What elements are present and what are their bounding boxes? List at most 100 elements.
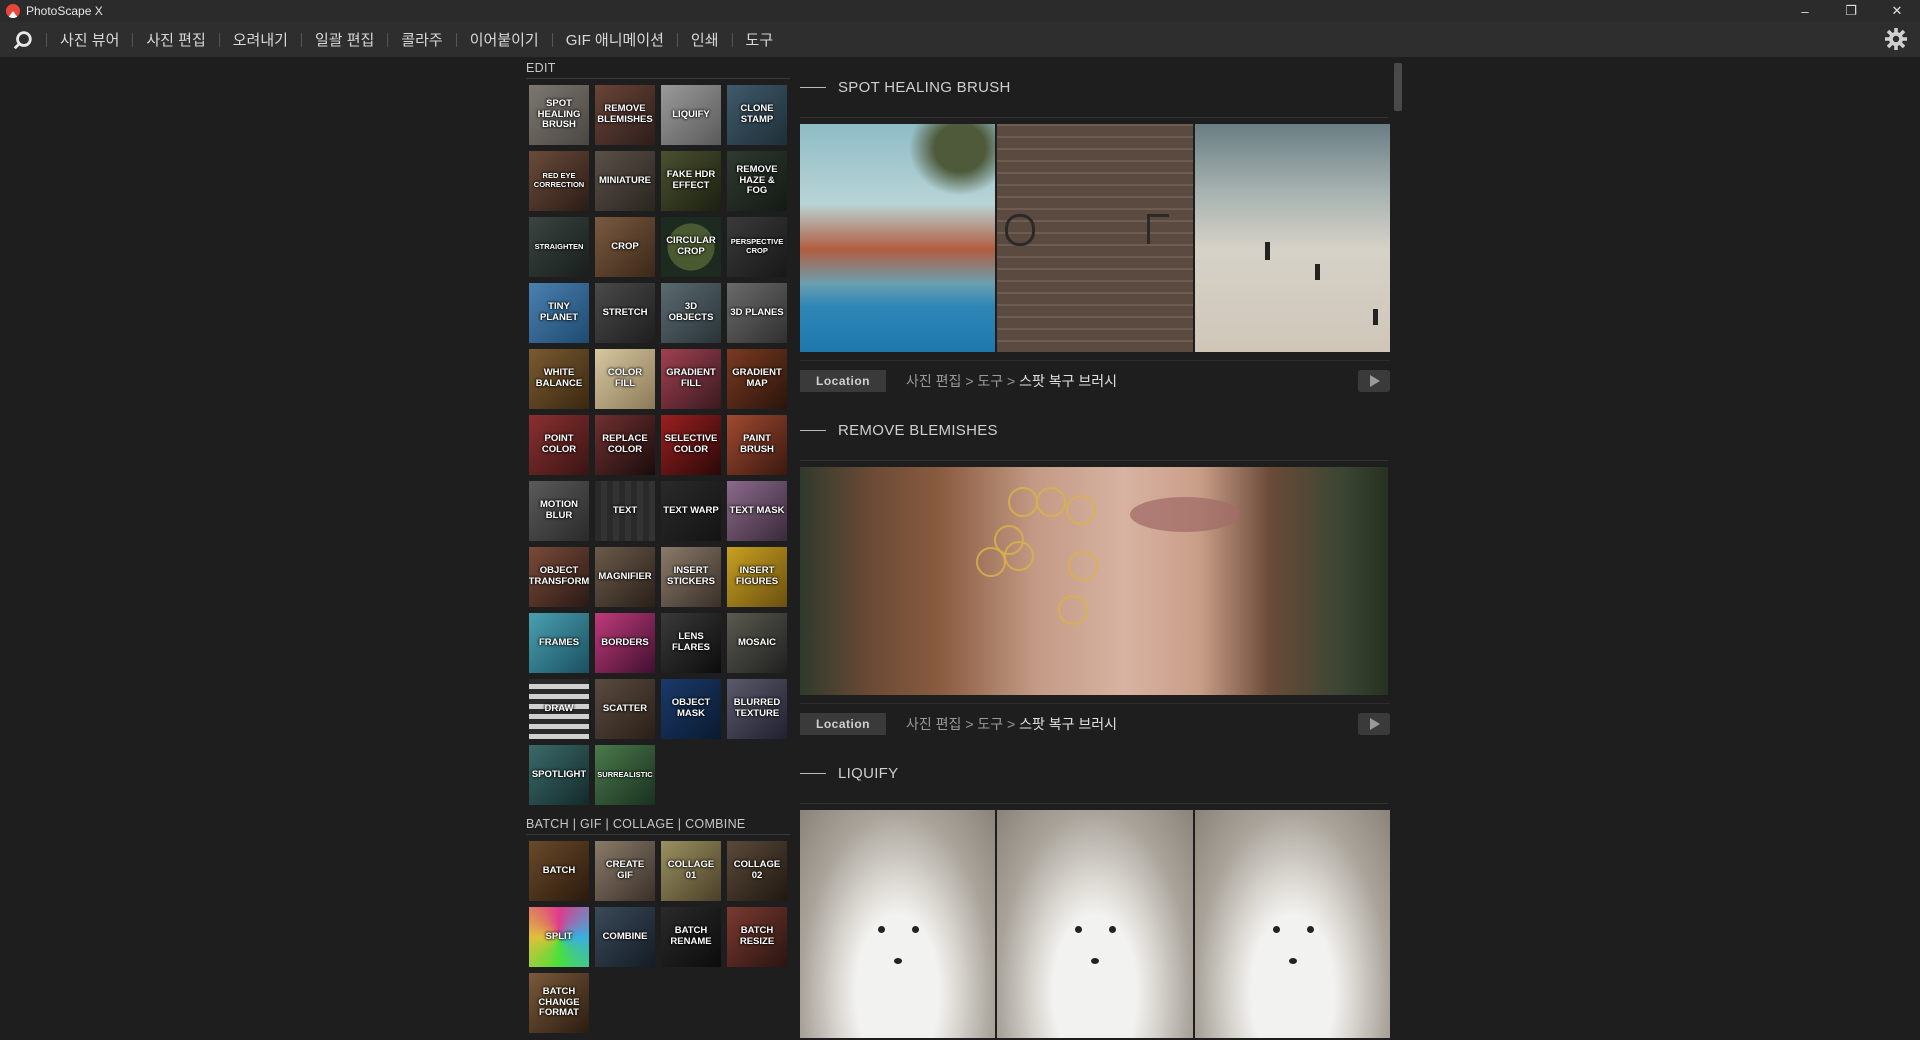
tool-tile-replace-color[interactable]: REPLACE COLOR — [595, 415, 655, 475]
tool-tile-label: COLOR FILL — [607, 367, 643, 389]
tool-tile-motion-blur[interactable]: MOTION BLUR — [529, 481, 589, 541]
restore-button[interactable]: ❐ — [1828, 0, 1874, 22]
tool-tile-insert-stickers[interactable]: INSERT STICKERS — [661, 547, 721, 607]
tool-tile-stretch[interactable]: STRETCH — [595, 283, 655, 343]
menu-cut-out[interactable]: 오려내기 — [220, 22, 301, 57]
tool-tile-text-warp[interactable]: TEXT WARP — [661, 481, 721, 541]
menu-photo-viewer[interactable]: 사진 뷰어 — [47, 22, 132, 57]
example-images — [800, 467, 1390, 695]
tool-tile-combine[interactable]: COMBINE — [595, 907, 655, 967]
edit-tools-grid: SPOT HEALING BRUSH REMOVE BLEMISHES LIQUIF… — [526, 79, 792, 805]
blemish-marker[interactable] — [1058, 595, 1088, 625]
tool-tile-frames[interactable]: FRAMES — [529, 613, 589, 673]
photoscape-logo-icon — [13, 30, 32, 49]
beach-figure — [1314, 264, 1320, 280]
play-video-button[interactable] — [1358, 370, 1390, 392]
tool-tile-liquify[interactable]: LIQUIFY — [661, 85, 721, 145]
tool-tile-tiny-planet[interactable]: TINY PLANET — [529, 283, 589, 343]
tool-tile-text[interactable]: TEXT — [595, 481, 655, 541]
blemish-marker[interactable] — [1068, 551, 1098, 581]
menu-collage[interactable]: 콜라주 — [388, 22, 455, 57]
tool-tile-clone-stamp[interactable]: CLONE STAMP — [727, 85, 787, 145]
tool-tile-label: RED EYE CORRECTION — [533, 171, 585, 189]
settings-gear-icon[interactable] — [1884, 27, 1908, 51]
tool-tile-white-balance[interactable]: WHITE BALANCE — [529, 349, 589, 409]
tool-tile-blurred-texture[interactable]: BLURRED TEXTURE — [727, 679, 787, 739]
tool-tile-split[interactable]: SPLIT — [529, 907, 589, 967]
path-current: 스팟 복구 브러시 — [1019, 372, 1118, 389]
path-separator: > — [965, 372, 974, 389]
tool-tile-color-fill[interactable]: COLOR FILL — [595, 349, 655, 409]
blemish-marker[interactable] — [1008, 487, 1038, 517]
fox-eye — [1109, 926, 1117, 933]
tool-tile-fake-hdr-effect[interactable]: FAKE HDR EFFECT — [661, 151, 721, 211]
title-dash — [800, 429, 826, 431]
tool-tile-perspective-crop[interactable]: PERSPECTIVE CROP — [727, 217, 787, 277]
scrollbar-thumb[interactable] — [1394, 63, 1402, 111]
tool-tile-object-mask[interactable]: OBJECT MASK — [661, 679, 721, 739]
blemish-marker[interactable] — [1004, 541, 1034, 571]
tool-tile-remove-blemishes[interactable]: REMOVE BLEMISHES — [595, 85, 655, 145]
tool-tile-3d-objects[interactable]: 3D OBJECTS — [661, 283, 721, 343]
tool-tile-collage-01[interactable]: COLLAGE 01 — [661, 841, 721, 901]
tool-tile-collage-02[interactable]: COLLAGE 02 — [727, 841, 787, 901]
menu-print[interactable]: 인쇄 — [678, 22, 732, 57]
example-image-wall — [997, 124, 1193, 352]
tool-tile-remove-haze-and-fog[interactable]: REMOVE HAZE & FOG — [727, 151, 787, 211]
path-separator: > — [1007, 715, 1016, 732]
tool-tile-magnifier[interactable]: MAGNIFIER — [595, 547, 655, 607]
tool-tile-surrealistic[interactable]: SURREALISTIC — [595, 745, 655, 805]
tool-tile-spot-healing-brush[interactable]: SPOT HEALING BRUSH — [529, 85, 589, 145]
tool-tile-gradient-fill[interactable]: GRADIENT FILL — [661, 349, 721, 409]
menu-combine[interactable]: 이어붙이기 — [457, 22, 552, 57]
tool-tile-draw[interactable]: DRAW — [529, 679, 589, 739]
tool-tile-label: GRADIENT FILL — [666, 367, 716, 389]
tool-tile-batch-resize[interactable]: BATCH RESIZE — [727, 907, 787, 967]
tool-tile-gradient-map[interactable]: GRADIENT MAP — [727, 349, 787, 409]
tool-tile-batch-change-format[interactable]: BATCH CHANGE FORMAT — [529, 973, 589, 1033]
section-title: REMOVE BLEMISHES — [800, 400, 1390, 460]
minimize-button[interactable]: – — [1782, 0, 1828, 22]
tool-tile-create-gif[interactable]: CREATE GIF — [595, 841, 655, 901]
tool-tile-batch-rename[interactable]: BATCH RENAME — [661, 907, 721, 967]
tool-tile-label: REMOVE HAZE & FOG — [736, 163, 778, 197]
blemish-marker[interactable] — [1036, 487, 1066, 517]
home-button[interactable] — [0, 22, 46, 57]
tool-tile-straighten[interactable]: STRAIGHTEN — [529, 217, 589, 277]
tool-tile-lens-flares[interactable]: LENS FLARES — [661, 613, 721, 673]
menu-gif-animation[interactable]: GIF 애니메이션 — [553, 22, 677, 57]
tool-tile-crop[interactable]: CROP — [595, 217, 655, 277]
tool-tile-mosaic[interactable]: MOSAIC — [727, 613, 787, 673]
tool-tile-selective-color[interactable]: SELECTIVE COLOR — [661, 415, 721, 475]
tool-tile-scatter[interactable]: SCATTER — [595, 679, 655, 739]
blemish-marker[interactable] — [1066, 495, 1096, 525]
tool-tile-batch[interactable]: BATCH — [529, 841, 589, 901]
menu-batch[interactable]: 일괄 편집 — [302, 22, 387, 57]
tool-tile-text-mask[interactable]: TEXT MASK — [727, 481, 787, 541]
tools-sidebar: EDIT SPOT HEALING BRUSH REMOVE BLEMISHES L… — [526, 57, 792, 1040]
tool-tile-circular-crop[interactable]: CIRCULAR CROP — [661, 217, 721, 277]
tool-tile-label: FRAMES — [538, 636, 580, 648]
tool-tile-label: DRAW — [544, 702, 574, 714]
tool-tile-insert-figures[interactable]: INSERT FIGURES — [727, 547, 787, 607]
blemish-marker[interactable] — [976, 547, 1006, 577]
example-images — [800, 810, 1390, 1038]
tool-tile-object-transform[interactable]: OBJECT TRANSFORM — [529, 547, 589, 607]
tool-tile-point-color[interactable]: POINT COLOR — [529, 415, 589, 475]
tool-tile-3d-planes[interactable]: 3D PLANES — [727, 283, 787, 343]
tool-tile-label: SPOTLIGHT — [531, 768, 587, 780]
tool-tile-paint-brush[interactable]: PAINT BRUSH — [727, 415, 787, 475]
close-button[interactable]: ✕ — [1874, 0, 1920, 22]
tool-tile-label: BATCH CHANGE FORMAT — [538, 985, 580, 1019]
tool-tile-label: BORDERS — [601, 636, 649, 648]
example-image-fox — [997, 810, 1193, 1038]
tool-tile-red-eye-correction[interactable]: RED EYE CORRECTION — [529, 151, 589, 211]
menu-tools[interactable]: 도구 — [733, 22, 787, 57]
tool-tile-spotlight[interactable]: SPOTLIGHT — [529, 745, 589, 805]
section-title-text: REMOVE BLEMISHES — [838, 421, 998, 439]
tool-tile-miniature[interactable]: MINIATURE — [595, 151, 655, 211]
tool-tile-borders[interactable]: BORDERS — [595, 613, 655, 673]
tool-tile-label: TEXT MASK — [729, 504, 785, 516]
play-video-button[interactable] — [1358, 713, 1390, 735]
menu-photo-editor[interactable]: 사진 편집 — [133, 22, 218, 57]
